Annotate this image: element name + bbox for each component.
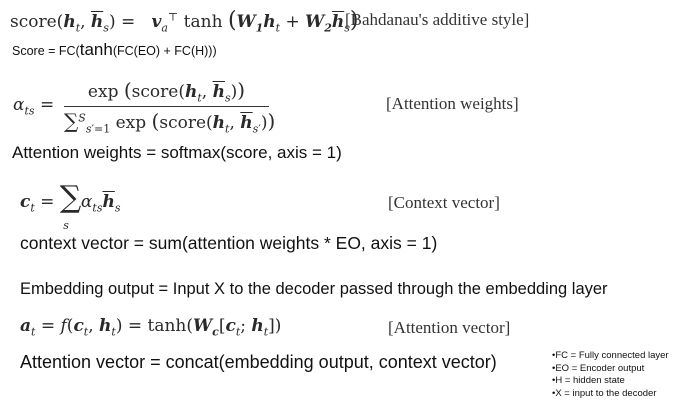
attention-weights-numerator: exp (score(ht, hs)) xyxy=(87,78,246,105)
attention-vector-tag: [Attention vector] xyxy=(388,318,511,337)
attention-weights-tag: [Attention weights] xyxy=(386,94,519,113)
attention-weights-lhs: αts = xyxy=(13,95,55,118)
score-tag: [Bahdanau's additive style] xyxy=(345,10,530,29)
abbreviation-legend: •FC = Fully connected layer •EO = Encode… xyxy=(552,350,669,400)
attention-weights-denominator: ∑Ss′=1 exp (score(ht, hs′)) xyxy=(64,109,276,136)
context-vector-equation: ct = ∑sαtshs xyxy=(20,180,121,233)
score-note: Score = FC(tanh(FC(EO) + FC(H))) xyxy=(12,40,217,60)
legend-item: •FC = Fully connected layer xyxy=(552,350,669,361)
score-equation: score(ht, hs) = va⊤ tanh (W1ht + W2hs) xyxy=(10,8,359,35)
context-vector-note: context vector = sum(attention weights *… xyxy=(20,233,438,253)
fraction-bar xyxy=(64,106,269,108)
attention-weights-fraction: exp (score(ht, hs)) ∑Ss′=1 exp (score(ht… xyxy=(64,78,276,136)
context-vector-tag: [Context vector] xyxy=(388,193,500,212)
score-note-suffix: (FC(EO) + FC(H))) xyxy=(112,44,217,58)
score-note-tanh: tanh xyxy=(79,40,113,59)
legend-item: •H = hidden state xyxy=(552,375,625,386)
legend-item: •X = input to the decoder xyxy=(552,387,657,399)
score-note-prefix: Score = FC( xyxy=(12,44,80,58)
attention-weights-note: Attention weights = softmax(score, axis … xyxy=(12,143,342,162)
attention-vector-equation: at = f(ct, ht) = tanh(Wc[ct; ht]) xyxy=(20,316,282,339)
attention-vector-note: Attention vector = concat(embedding outp… xyxy=(20,352,497,372)
legend-item: •EO = Encoder output xyxy=(552,362,645,374)
embedding-note: Embedding output = Input X to the decode… xyxy=(20,280,608,298)
